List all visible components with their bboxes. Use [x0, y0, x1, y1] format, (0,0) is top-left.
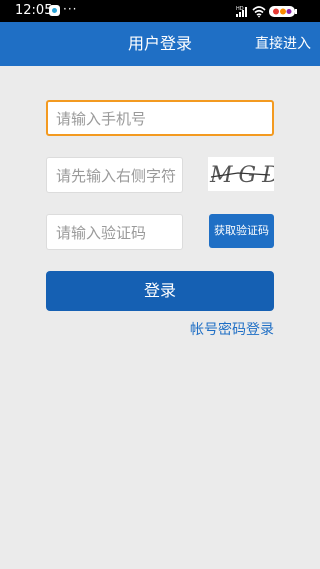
battery-icon	[269, 6, 297, 17]
get-verification-code-button[interactable]: 获取验证码	[209, 214, 274, 248]
phone-input[interactable]: 请输入手机号	[46, 100, 274, 136]
header-bar: 用户登录 直接进入	[0, 22, 320, 66]
captcha-input[interactable]: 请先输入右侧字符	[46, 157, 183, 193]
verification-code-input[interactable]: 请输入验证码	[46, 214, 183, 250]
app-notification-icon	[49, 5, 60, 16]
login-button[interactable]: 登录	[46, 271, 274, 311]
status-icons: HD	[236, 3, 302, 19]
captcha-input-placeholder: 请先输入右侧字符	[56, 166, 177, 185]
more-notifications-indicator: ···	[63, 2, 78, 16]
account-password-login-link[interactable]: 帐号密码登录	[190, 320, 274, 340]
status-time: 12:05	[15, 3, 53, 18]
verification-code-placeholder: 请输入验证码	[56, 223, 147, 242]
direct-enter-button[interactable]: 直接进入	[255, 22, 311, 66]
phone-input-placeholder: 请输入手机号	[56, 109, 147, 128]
status-bar: 12:05 ··· HD	[0, 0, 320, 22]
wifi-icon	[252, 6, 266, 18]
signal-icon: HD	[236, 6, 247, 17]
captcha-image[interactable]: MGD	[208, 157, 274, 191]
